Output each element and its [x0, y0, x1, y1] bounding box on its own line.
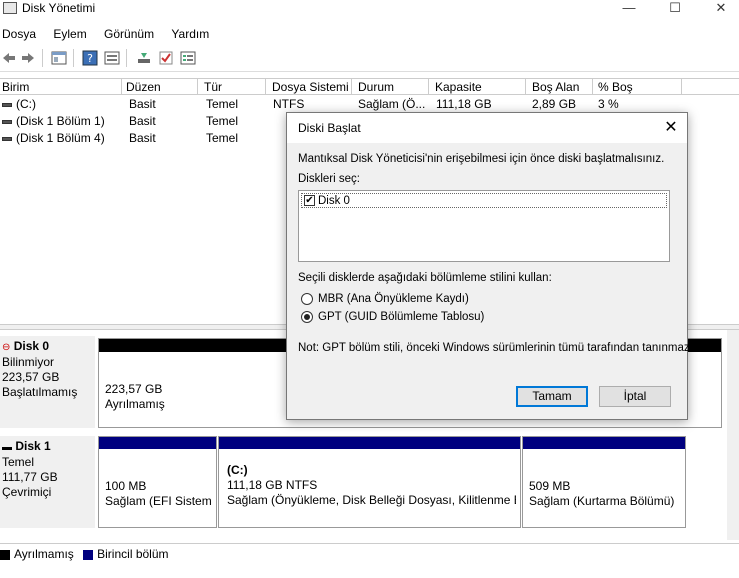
minimize-button[interactable]: — [606, 0, 652, 18]
column-yuzde-bos[interactable]: % Boş [596, 79, 682, 95]
maximize-button[interactable]: ☐ [652, 0, 698, 18]
menu-dosya[interactable]: Dosya [2, 24, 36, 44]
cell-type: Temel [206, 114, 239, 128]
partition-recovery[interactable]: 509 MB Sağlam (Kurtarma Bölümü) [522, 436, 686, 528]
gpt-note: Not: GPT bölüm stili, önceki Windows sür… [298, 342, 693, 354]
close-icon[interactable]: ✕ [659, 117, 683, 139]
legend: Ayrılmamış Birincil bölüm [0, 543, 739, 563]
disk-0-label[interactable]: ⊖ Disk 0 Bilinmiyor 223,57 GB Başlatılma… [0, 336, 95, 428]
disk-management-icon [3, 2, 17, 14]
cell-free: 2,89 GB [532, 97, 577, 111]
disk-1-type: Temel [2, 455, 35, 469]
mbr-label[interactable]: MBR (Ana Önyükleme Kaydı) [318, 293, 469, 305]
volume-icon [2, 136, 12, 141]
ok-button[interactable]: Tamam [516, 386, 588, 407]
window-title: Disk Yönetimi [22, 1, 96, 15]
partition-efi[interactable]: 100 MB Sağlam (EFI Sistem Bölümü) [98, 436, 217, 528]
cell-layout: Basit [129, 97, 156, 111]
disk-0-checkbox[interactable]: ✔ [304, 195, 315, 206]
partition-size: 111,18 GB NTFS [227, 478, 318, 492]
disk-0-type: Bilinmiyor [2, 355, 55, 369]
disk-list-item[interactable]: ✔ Disk 0 [301, 193, 667, 208]
title-bar: Disk Yönetimi — ☐ ✕ [0, 0, 739, 18]
column-duzen[interactable]: Düzen [124, 79, 198, 95]
menu-eylem[interactable]: Eylem [53, 24, 86, 44]
back-arrow-icon[interactable] [1, 50, 17, 66]
disk-1-label[interactable]: ▬ Disk 1 Temel 111,77 GB Çevrimiçi [0, 436, 95, 528]
partition-size: 509 MB [529, 479, 571, 493]
volume-icon [2, 102, 12, 107]
cell-type: Temel [206, 97, 239, 111]
check-icon[interactable] [158, 50, 174, 66]
vertical-scrollbar[interactable] [727, 330, 739, 540]
partition-style-label: Seçili disklerde aşağıdaki bölümleme sti… [298, 272, 552, 284]
select-disks-label: Diskleri seç: [298, 173, 360, 185]
properties-icon[interactable] [104, 50, 120, 66]
settings-list-icon[interactable] [180, 50, 196, 66]
close-window-button[interactable]: ✕ [698, 0, 739, 18]
help-icon[interactable]: ? [82, 50, 98, 66]
gpt-radio[interactable] [301, 311, 313, 323]
cell-volume: (C:) [16, 97, 36, 111]
column-bos-alan[interactable]: Boş Alan [530, 79, 593, 95]
partition-status: Sağlam (Kurtarma Bölümü) [529, 494, 675, 508]
cell-layout: Basit [129, 131, 156, 145]
cell-layout: Basit [129, 114, 156, 128]
column-birim[interactable]: Birim [0, 79, 122, 95]
partition-status: Sağlam (Önyükleme, Disk Belleği Dosyası,… [227, 493, 516, 507]
partition-status: Sağlam (EFI Sistem Bölümü) [105, 494, 212, 508]
disk-item-label: Disk 0 [318, 195, 350, 207]
column-durum[interactable]: Durum [356, 79, 429, 95]
disk-listbox[interactable]: ✔ Disk 0 [298, 190, 670, 262]
disk-icon: ▬ [2, 442, 12, 453]
cell-volume: (Disk 1 Bölüm 4) [16, 131, 105, 145]
svg-text:?: ? [87, 52, 93, 65]
forward-arrow-icon[interactable] [20, 50, 36, 66]
volume-icon [2, 119, 12, 124]
table-row[interactable]: (C:) Basit Temel NTFS Sağlam (Ö... 111,1… [0, 96, 739, 113]
cancel-button[interactable]: İptal [599, 386, 671, 407]
legend-primary: Birincil bölüm [83, 544, 169, 564]
cell-capacity: 111,18 GB [436, 97, 492, 111]
dialog-title-bar: Diski Başlat ✕ [287, 113, 687, 143]
column-kapasite[interactable]: Kapasite [433, 79, 526, 95]
partition-label: (C:) [227, 463, 248, 477]
disk-0-size: 223,57 GB [2, 370, 60, 384]
dialog-title: Diski Başlat [298, 121, 361, 135]
cell-filesystem: NTFS [273, 97, 305, 111]
cell-type: Temel [206, 131, 239, 145]
dialog-intro: Mantıksal Disk Yöneticisi'nin erişebilme… [298, 153, 665, 165]
initialize-disk-dialog: Diski Başlat ✕ Mantıksal Disk Yöneticisi… [286, 112, 693, 420]
legend-unallocated: Ayrılmamış [0, 544, 74, 564]
disk-1-size: 111,77 GB [2, 470, 58, 484]
column-dosya-sistemi[interactable]: Dosya Sistemi [270, 79, 352, 95]
partition-c[interactable]: (C:) 111,18 GB NTFS Sağlam (Önyükleme, D… [218, 436, 521, 528]
gpt-label[interactable]: GPT (GUID Bölümleme Tablosu) [318, 311, 484, 323]
menu-yardim[interactable]: Yardım [171, 24, 209, 44]
volume-list-header: Birim Düzen Tür Dosya Sistemi Durum Kapa… [0, 78, 739, 95]
cell-status: Sağlam (Ö... [358, 97, 426, 111]
console-tree-icon[interactable] [51, 50, 67, 66]
menu-gorunum[interactable]: Görünüm [104, 24, 154, 44]
disk-0-state: Başlatılmamış [2, 385, 78, 399]
disk-1-state: Çevrimiçi [2, 485, 52, 499]
toolbar: ? [0, 46, 739, 72]
mbr-radio[interactable] [301, 293, 313, 305]
connect-disk-icon[interactable] [136, 50, 152, 66]
cell-volume: (Disk 1 Bölüm 1) [16, 114, 105, 128]
uninitialized-disk-icon: ⊖ [2, 342, 11, 353]
column-tur[interactable]: Tür [202, 79, 266, 95]
partition-size: 100 MB [105, 479, 147, 493]
cell-free-pct: 3 % [598, 97, 619, 111]
menu-bar: Dosya Eylem Görünüm Yardım [0, 24, 739, 44]
